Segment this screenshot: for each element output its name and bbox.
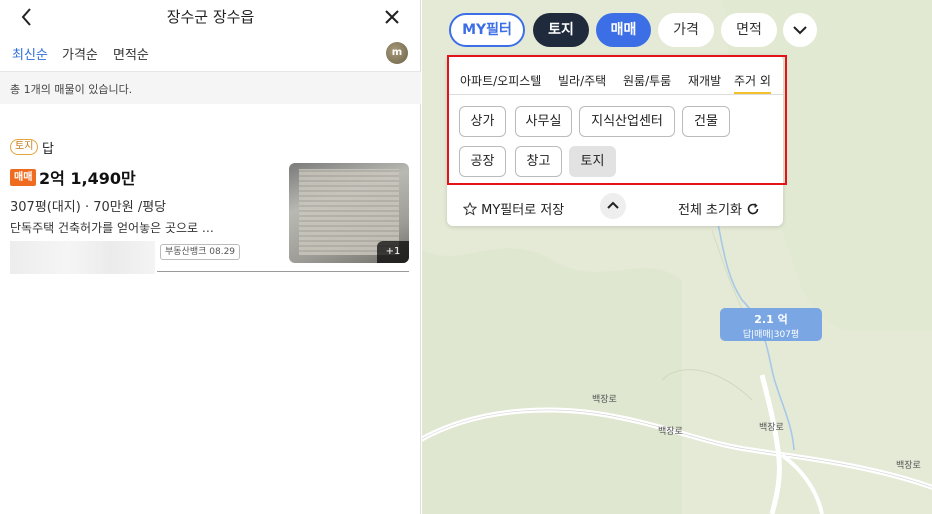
chevron-down-icon xyxy=(793,26,807,35)
deal-type-badge: 매매 xyxy=(10,169,37,186)
sale-filter-button[interactable]: 매매 xyxy=(596,13,651,47)
road-label: 백장로 xyxy=(759,423,784,433)
marker-price: 2.1 억 xyxy=(754,313,788,326)
collapse-panel-button[interactable] xyxy=(600,193,626,219)
marker-info: 답|매매|307평 xyxy=(742,330,800,340)
save-myfilter-label: MY필터로 저장 xyxy=(481,203,565,218)
road-label: 백장로 xyxy=(592,395,617,405)
star-icon xyxy=(462,201,478,216)
chevron-up-icon xyxy=(607,201,619,209)
save-myfilter-button[interactable]: MY필터로 저장 xyxy=(462,199,565,218)
blurred-agent-name xyxy=(10,241,155,274)
panel-footer: MY필터로 저장 전체 초기화 xyxy=(447,193,783,223)
expand-filters-button[interactable] xyxy=(783,13,817,47)
close-button[interactable] xyxy=(379,4,405,30)
sort-tab-latest[interactable]: 최신순 xyxy=(12,44,48,63)
map-price-marker[interactable]: 2.1 억 답|매매|307평 xyxy=(720,308,822,341)
sort-bar: 최신순 가격순 면적순 m xyxy=(0,34,421,72)
listing-panel: 장수군 장수읍 최신순 가격순 면적순 m 총 1개의 매물이 있습니다. 토지… xyxy=(0,0,421,514)
list-item[interactable]: 토지 답 매매 2억 1,490만 307평(대지) · 70만원 /평당 단독… xyxy=(0,130,421,275)
result-count-text: 총 1개의 매물이 있습니다. xyxy=(10,83,133,96)
category-badge: 토지 xyxy=(10,139,39,155)
listing-price: 2억 1,490만 xyxy=(39,169,136,188)
listing-thumbnail[interactable]: +1 xyxy=(289,163,409,263)
road-label: 백장로 xyxy=(658,427,683,437)
listing-description: 단독주택 건축허가를 얻어놓은 곳으로 … xyxy=(10,221,214,235)
top-bar: 장수군 장수읍 xyxy=(0,0,421,34)
result-count-bar: 총 1개의 매물이 있습니다. xyxy=(0,72,421,104)
reset-all-button[interactable]: 전체 초기화 xyxy=(678,199,760,218)
listing-area-info: 307평(대지) · 70만원 /평당 xyxy=(10,200,167,215)
close-icon xyxy=(385,10,399,24)
sort-tab-price[interactable]: 가격순 xyxy=(62,44,98,63)
price-filter-button[interactable]: 가격 xyxy=(658,13,714,47)
area-filter-button[interactable]: 면적 xyxy=(721,13,777,47)
refresh-icon xyxy=(747,203,759,215)
myfilter-button[interactable]: MY필터 xyxy=(449,13,525,47)
land-type: 답 xyxy=(42,142,54,157)
page-title: 장수군 장수읍 xyxy=(166,8,255,26)
sort-tab-area[interactable]: 면적순 xyxy=(113,44,149,63)
land-filter-button[interactable]: 토지 xyxy=(533,13,589,47)
photo-count-badge: +1 xyxy=(377,241,409,263)
divider xyxy=(157,271,409,272)
highlight-box xyxy=(447,55,787,185)
source-tag: 부동산뱅크 08.29 xyxy=(160,244,241,260)
road-label: 백장로 xyxy=(896,461,921,471)
m-logo-icon[interactable]: m xyxy=(386,42,408,64)
reset-all-label: 전체 초기화 xyxy=(678,203,742,218)
